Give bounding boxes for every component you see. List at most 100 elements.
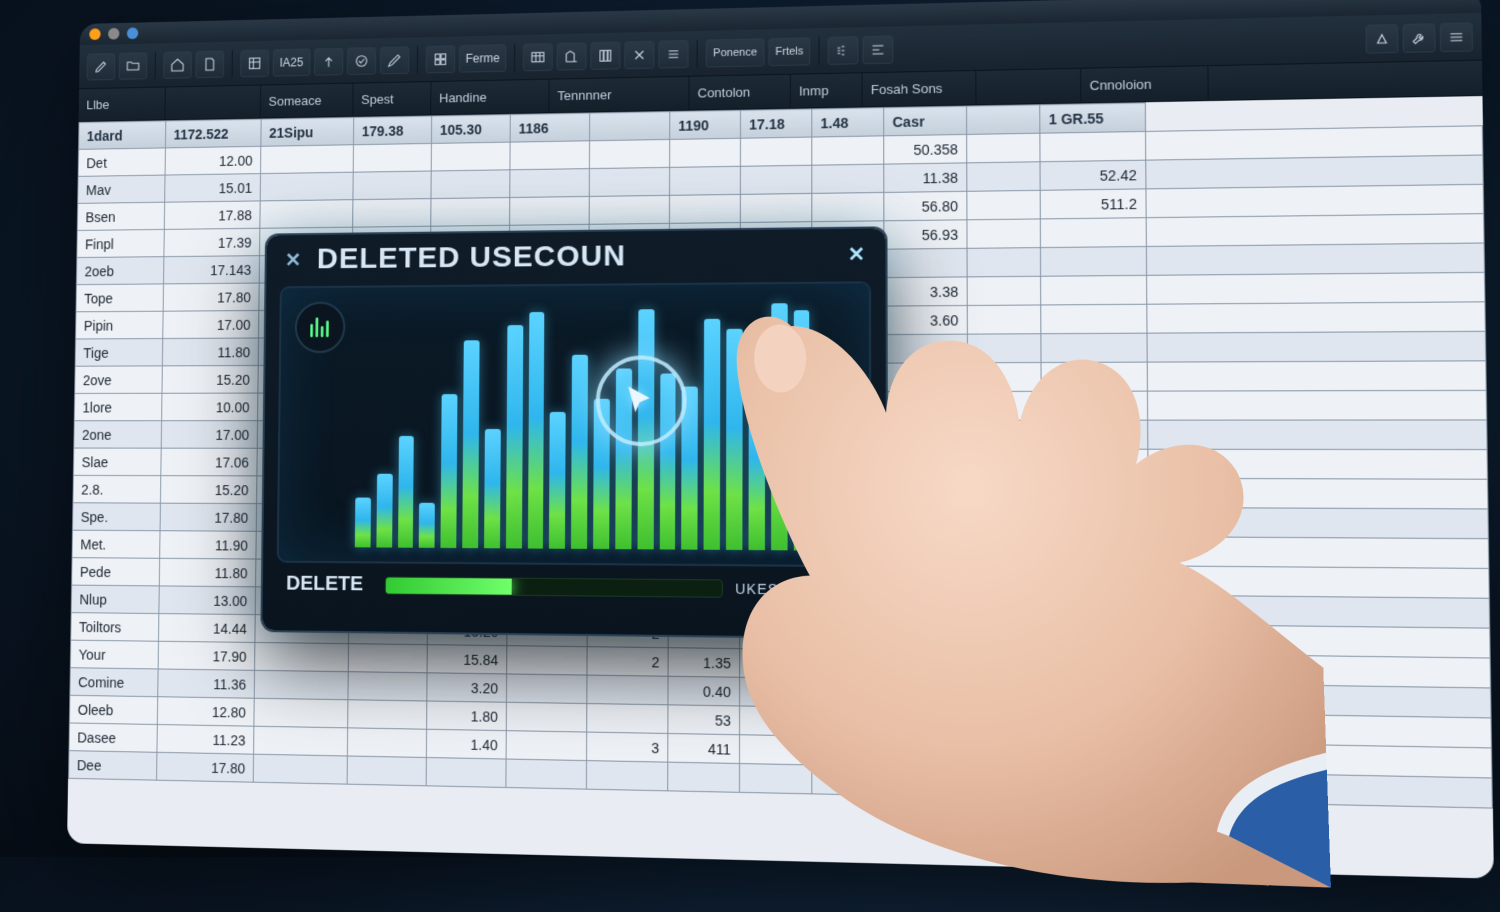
cell[interactable] bbox=[348, 672, 427, 701]
cell[interactable] bbox=[1147, 390, 1486, 420]
cell[interactable] bbox=[1148, 449, 1488, 479]
row-label[interactable]: Finpl bbox=[77, 229, 164, 257]
cell[interactable] bbox=[1042, 478, 1149, 507]
cell[interactable]: 17.88 bbox=[164, 201, 260, 229]
cell[interactable] bbox=[1042, 652, 1149, 683]
cell[interactable]: 15.01 bbox=[165, 174, 261, 203]
cell[interactable]: 11.80 bbox=[159, 558, 256, 587]
cell[interactable] bbox=[1148, 420, 1487, 450]
cell[interactable] bbox=[968, 564, 1042, 594]
cell[interactable]: 11.90 bbox=[160, 531, 257, 559]
cell[interactable] bbox=[589, 139, 669, 168]
chart-bar[interactable] bbox=[549, 412, 566, 549]
cell[interactable] bbox=[740, 706, 812, 736]
sheet-icon[interactable] bbox=[240, 49, 269, 77]
pen-icon[interactable] bbox=[380, 46, 409, 74]
folder-icon[interactable] bbox=[119, 52, 148, 80]
header-cell[interactable]: 17.18 bbox=[740, 109, 811, 138]
cell[interactable]: 14.44 bbox=[158, 614, 255, 643]
chart-bar[interactable] bbox=[838, 464, 854, 550]
cell[interactable]: 11.38 bbox=[884, 163, 967, 193]
cell[interactable] bbox=[967, 248, 1041, 277]
row-label[interactable]: Met. bbox=[72, 530, 160, 558]
chart-bar[interactable] bbox=[506, 325, 523, 549]
check-loop-icon[interactable] bbox=[347, 47, 376, 75]
row-label[interactable]: Comine bbox=[70, 668, 158, 697]
header-cell[interactable]: 1.48 bbox=[812, 108, 884, 137]
cell[interactable] bbox=[1146, 243, 1484, 275]
cell[interactable] bbox=[885, 650, 969, 680]
chart-bar[interactable] bbox=[748, 384, 764, 550]
cell[interactable] bbox=[1041, 449, 1148, 478]
cell[interactable] bbox=[253, 754, 347, 784]
chart-bar[interactable] bbox=[771, 303, 787, 550]
cell[interactable] bbox=[255, 642, 349, 671]
cell[interactable] bbox=[968, 391, 1042, 420]
cell[interactable] bbox=[884, 248, 967, 277]
header-cell[interactable]: 1190 bbox=[670, 110, 741, 139]
cell[interactable] bbox=[885, 737, 969, 768]
row-label[interactable]: 2.8. bbox=[73, 475, 161, 503]
cell[interactable] bbox=[506, 702, 587, 732]
cell[interactable] bbox=[1041, 275, 1147, 305]
cell[interactable] bbox=[968, 478, 1042, 507]
cell[interactable] bbox=[969, 739, 1043, 770]
cell[interactable] bbox=[1148, 507, 1488, 538]
row-label[interactable]: Mav bbox=[78, 175, 165, 203]
menu-ferme[interactable]: Ferme bbox=[459, 44, 507, 73]
cell[interactable] bbox=[587, 704, 668, 734]
cell[interactable] bbox=[506, 674, 587, 704]
cell[interactable] bbox=[884, 420, 968, 449]
cell[interactable]: 411 bbox=[668, 733, 740, 763]
chart-bar[interactable] bbox=[704, 319, 721, 550]
cell[interactable] bbox=[1146, 184, 1484, 217]
cell[interactable] bbox=[1043, 682, 1150, 713]
cell[interactable] bbox=[967, 219, 1040, 248]
cell[interactable] bbox=[668, 762, 740, 792]
cell[interactable]: 13.00 bbox=[159, 586, 256, 615]
cell[interactable]: 0.40 bbox=[668, 676, 740, 706]
home-icon[interactable] bbox=[163, 51, 192, 79]
cell[interactable] bbox=[1043, 769, 1150, 801]
wrench-icon[interactable] bbox=[1402, 23, 1435, 53]
cell[interactable] bbox=[1146, 155, 1483, 189]
cell[interactable]: 17.06 bbox=[161, 448, 257, 476]
delete-button[interactable]: DELETE bbox=[276, 569, 373, 601]
row-label[interactable]: Tope bbox=[76, 284, 164, 312]
cell[interactable] bbox=[884, 449, 968, 478]
cell[interactable] bbox=[670, 166, 741, 195]
doc-icon[interactable] bbox=[195, 50, 224, 78]
column-header[interactable]: Inmp bbox=[791, 73, 863, 108]
up-arrow-icon[interactable] bbox=[314, 47, 343, 75]
cell[interactable]: 3.38 bbox=[884, 277, 967, 306]
header-cell[interactable]: Casr bbox=[884, 106, 967, 136]
header-cell[interactable]: 105.30 bbox=[431, 114, 510, 143]
cell[interactable] bbox=[1043, 711, 1150, 742]
cell[interactable]: 56.93 bbox=[884, 220, 967, 249]
cell[interactable] bbox=[260, 200, 353, 229]
chart-bar[interactable] bbox=[398, 436, 415, 547]
row-label[interactable]: Dasee bbox=[69, 723, 157, 752]
bars-icon[interactable] bbox=[828, 36, 859, 65]
cell[interactable] bbox=[587, 675, 668, 705]
cell[interactable] bbox=[431, 198, 510, 227]
column-header[interactable]: Contolon bbox=[689, 75, 790, 110]
cell[interactable] bbox=[968, 449, 1042, 478]
cell[interactable]: 12.80 bbox=[157, 697, 254, 726]
edit-icon[interactable] bbox=[87, 52, 116, 80]
cell[interactable]: 10.00 bbox=[162, 393, 258, 421]
cell[interactable] bbox=[968, 536, 1042, 565]
cell[interactable] bbox=[510, 169, 590, 198]
cell[interactable] bbox=[884, 478, 968, 507]
cell[interactable] bbox=[589, 167, 669, 196]
cell[interactable] bbox=[968, 651, 1042, 681]
row-label[interactable]: Dee bbox=[69, 751, 157, 781]
cell[interactable]: 17.00 bbox=[161, 421, 257, 449]
cell[interactable] bbox=[740, 137, 811, 166]
cell[interactable]: 17.39 bbox=[164, 228, 260, 256]
header-cell[interactable]: 1172.522 bbox=[165, 119, 261, 148]
cell[interactable] bbox=[967, 190, 1040, 219]
cell[interactable]: 3.20 bbox=[427, 673, 507, 702]
cell[interactable] bbox=[1042, 594, 1149, 624]
cell[interactable] bbox=[967, 133, 1040, 163]
